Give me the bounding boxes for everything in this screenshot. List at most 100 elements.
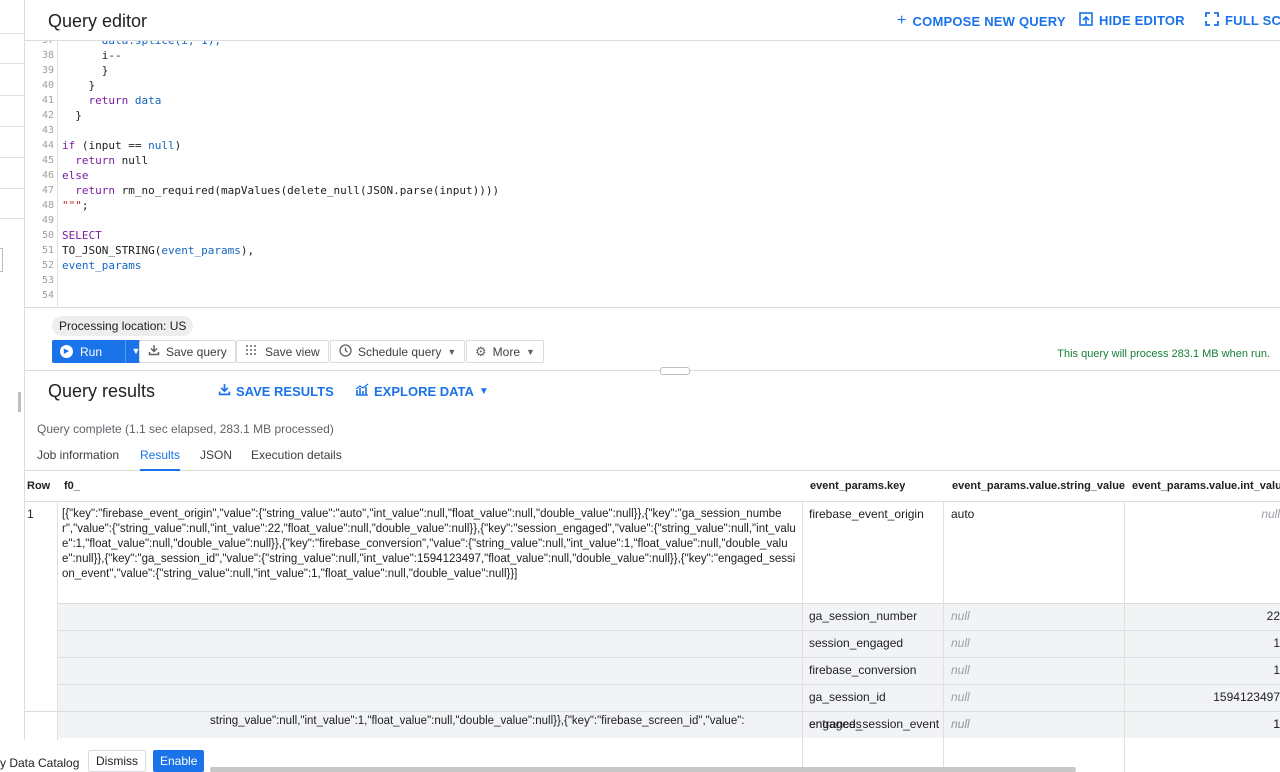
enable-button[interactable]: Enable — [153, 750, 205, 772]
hide-editor-icon — [1079, 12, 1093, 29]
line-number: 51 — [41, 245, 54, 256]
code-line[interactable]: 53 — [25, 273, 1280, 288]
run-button-group: ▶ Run ▼ — [52, 340, 146, 363]
code-text: return null — [75, 154, 149, 167]
int-value-cell: null — [1261, 507, 1280, 521]
code-text: else — [62, 169, 89, 182]
download-icon — [218, 383, 231, 399]
panel-collapse-tab[interactable] — [0, 248, 3, 272]
line-number: 40 — [41, 80, 54, 91]
string-value-cell: null — [951, 663, 970, 677]
save-results-label: SAVE RESULTS — [236, 383, 334, 399]
code-text: event_params — [62, 259, 142, 272]
dismiss-button[interactable]: Dismiss — [88, 750, 146, 772]
column-header-string-value: event_params.value.string_value — [952, 480, 1126, 492]
code-line[interactable]: 38 i-- — [25, 48, 1280, 63]
editor-header: Query editor + COMPOSE NEW QUERY HIDE ED… — [25, 0, 1280, 41]
code-line[interactable]: 45 return null — [25, 153, 1280, 168]
column-header-f0: f0_ — [64, 480, 80, 492]
code-line[interactable]: 50 SELECT — [25, 228, 1280, 243]
line-number: 38 — [41, 50, 54, 61]
run-button[interactable]: ▶ Run — [52, 340, 125, 363]
code-text: if (input == null) — [62, 139, 182, 152]
chart-icon — [355, 383, 369, 399]
row-number: 1 — [27, 507, 34, 521]
tab-results[interactable]: Results — [140, 448, 181, 471]
code-text: """; — [62, 199, 89, 212]
run-label: Run — [80, 344, 103, 359]
code-line[interactable]: 48 """; — [25, 198, 1280, 213]
code-line[interactable]: 51 TO_JSON_STRING(event_params), — [25, 243, 1280, 258]
explore-data-button[interactable]: EXPLORE DATA ▼ — [355, 383, 489, 399]
code-line[interactable]: 39 } — [25, 63, 1280, 78]
code-line[interactable]: 43 — [25, 123, 1280, 138]
line-number: 53 — [41, 275, 54, 286]
save-results-button[interactable]: SAVE RESULTS — [218, 383, 334, 399]
left-nav-strip — [0, 0, 25, 772]
code-line[interactable]: 44 if (input == null) — [25, 138, 1280, 153]
editor-title: Query editor — [48, 11, 148, 31]
f0-cell-partial: string_value":null,"int_value":1,"float_… — [210, 715, 745, 727]
code-text: } — [62, 79, 96, 92]
code-text: } — [62, 64, 109, 77]
save-query-button[interactable]: Save query — [139, 340, 236, 363]
string-value-cell: null — [951, 636, 970, 650]
line-number: 44 — [41, 140, 54, 151]
panel-resize-handle[interactable] — [18, 392, 21, 412]
data-catalog-banner: y Data Catalog Dismiss Enable — [0, 740, 210, 772]
code-line[interactable]: 46 else — [25, 168, 1280, 183]
code-line[interactable]: 40 } — [25, 78, 1280, 93]
column-header-int-value: event_params.value.int_value — [1132, 480, 1280, 492]
f0-cell: [{"key":"firebase_event_origin","value":… — [62, 508, 796, 580]
table-row — [57, 657, 1280, 684]
tab-json[interactable]: JSON — [200, 448, 232, 471]
full-screen-button[interactable]: FULL SCREEN — [1205, 12, 1280, 29]
int-value-cell: 1 — [1273, 717, 1280, 731]
code-line[interactable]: 52 event_params — [25, 258, 1280, 273]
code-text: } — [62, 109, 82, 122]
string-value-cell: auto — [951, 507, 975, 521]
line-number: 41 — [41, 95, 54, 106]
save-view-label: Save view — [265, 344, 320, 359]
query-results-panel: Query results SAVE RESULTS EXPLORE DATA … — [25, 372, 1280, 772]
line-number: 43 — [41, 125, 54, 136]
tab-job-information[interactable]: Job information — [37, 448, 119, 471]
chevron-down-icon: ▼ — [478, 385, 489, 397]
code-text: SELECT — [62, 229, 102, 242]
chevron-down-icon: ▼ — [447, 346, 457, 357]
table-row — [57, 603, 1280, 630]
horizontal-scrollbar[interactable] — [210, 767, 1076, 772]
code-line[interactable]: 42 } — [25, 108, 1280, 123]
key-cell: ga_session_number — [809, 609, 918, 623]
key-cell: session_engaged — [809, 636, 904, 650]
key-cell: ga_session_id — [809, 690, 886, 704]
chevron-down-icon: ▼ — [526, 346, 535, 357]
grid-dots-icon — [245, 344, 259, 359]
plus-icon: + — [897, 12, 907, 29]
more-button[interactable]: ⚙ More ▼ — [466, 340, 544, 363]
more-label: More — [492, 344, 520, 359]
line-number: 39 — [41, 65, 54, 76]
play-icon: ▶ — [60, 345, 73, 358]
code-line[interactable]: 47 return rm_no_required(mapValues(delet… — [25, 183, 1280, 198]
compose-new-query-button[interactable]: + COMPOSE NEW QUERY — [897, 12, 1066, 30]
code-line[interactable]: 54 — [25, 288, 1280, 303]
int-value-cell: 1 — [1273, 663, 1280, 677]
hide-editor-button[interactable]: HIDE EDITOR — [1079, 12, 1185, 29]
schedule-query-button[interactable]: Schedule query ▼ — [330, 340, 466, 363]
save-query-label: Save query — [166, 344, 227, 359]
full-screen-label: FULL SCREEN — [1225, 13, 1280, 28]
code-line[interactable]: 49 — [25, 213, 1280, 228]
key-cell: entrances — [809, 717, 862, 731]
code-line[interactable]: 41 return data — [25, 93, 1280, 108]
code-line[interactable]: 37 data.splice(i, 1); — [25, 41, 1280, 48]
code-text: return rm_no_required(mapValues(delete_n… — [75, 184, 500, 197]
processing-location-chip[interactable]: Processing location: US — [52, 316, 194, 336]
fullscreen-icon — [1205, 12, 1219, 29]
gear-icon: ⚙ — [475, 343, 487, 359]
save-view-button[interactable]: Save view — [236, 340, 329, 363]
tab-execution-details[interactable]: Execution details — [251, 448, 342, 471]
results-table: Row f0_ event_params.key event_params.va… — [25, 471, 1280, 772]
clock-icon — [339, 343, 352, 360]
sql-code-editor[interactable]: 37 data.splice(i, 1);38 i--39 }40 }41 re… — [25, 41, 1280, 308]
